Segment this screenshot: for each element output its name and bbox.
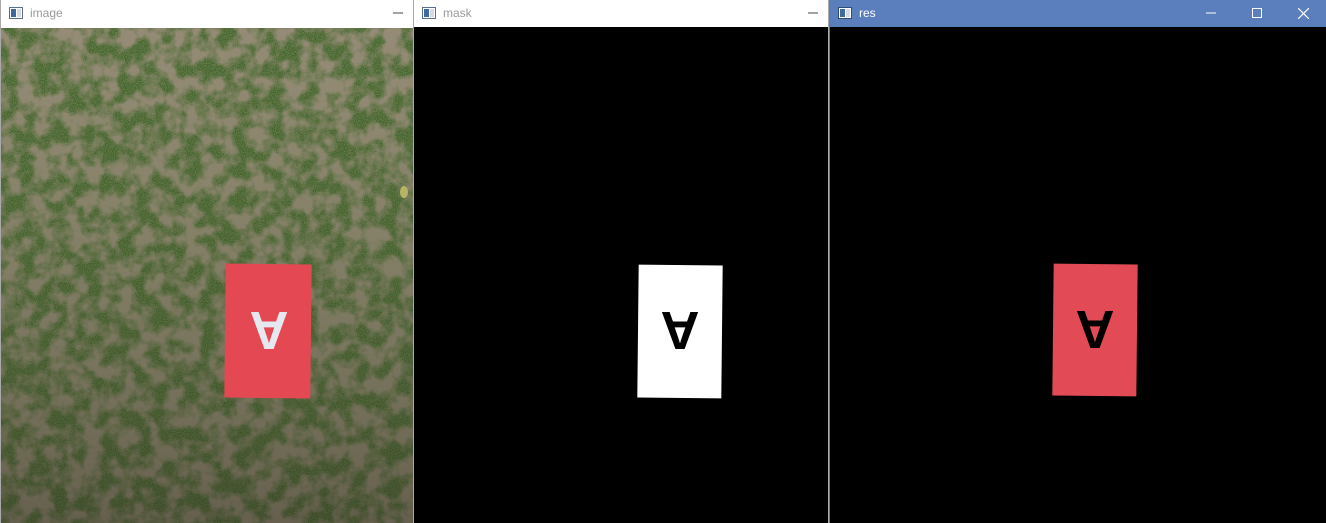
mask-window-titlebar[interactable]: mask — [414, 0, 828, 26]
mask-image: A — [414, 27, 828, 523]
mask-window[interactable]: mask A — [414, 0, 829, 523]
card-letter: A — [250, 300, 289, 360]
close-icon — [1297, 7, 1309, 19]
mask-letter: A — [661, 300, 700, 360]
res-window[interactable]: res A — [829, 0, 1326, 523]
minimize-icon — [393, 12, 403, 14]
res-minimize-button[interactable] — [1188, 0, 1234, 26]
mask-card: A — [637, 264, 723, 399]
maximize-icon — [1252, 8, 1262, 18]
mask-window-title: mask — [443, 6, 472, 20]
res-maximize-button[interactable] — [1234, 0, 1280, 26]
minimize-icon — [1206, 12, 1216, 14]
res-canvas: A — [830, 27, 1326, 523]
grass-photo: A — [1, 28, 413, 523]
minimize-icon — [808, 12, 818, 14]
res-letter: A — [1076, 299, 1115, 359]
image-window-titlebar[interactable]: image — [1, 0, 413, 26]
opencv-window-icon — [838, 7, 852, 19]
opencv-window-icon — [9, 7, 23, 19]
red-card: A — [224, 263, 312, 399]
leaf — [400, 186, 408, 198]
image-window[interactable]: image A — [0, 0, 414, 523]
mask-minimize-button[interactable] — [798, 0, 828, 26]
opencv-window-icon — [422, 7, 436, 19]
res-close-button[interactable] — [1280, 0, 1326, 26]
res-card: A — [1052, 263, 1138, 397]
mask-canvas: A — [414, 27, 828, 523]
image-minimize-button[interactable] — [383, 0, 413, 26]
image-window-title: image — [30, 6, 63, 20]
res-window-title: res — [859, 6, 876, 20]
res-window-titlebar[interactable]: res — [830, 0, 1326, 26]
image-canvas: A — [1, 28, 413, 523]
res-image: A — [830, 27, 1326, 523]
